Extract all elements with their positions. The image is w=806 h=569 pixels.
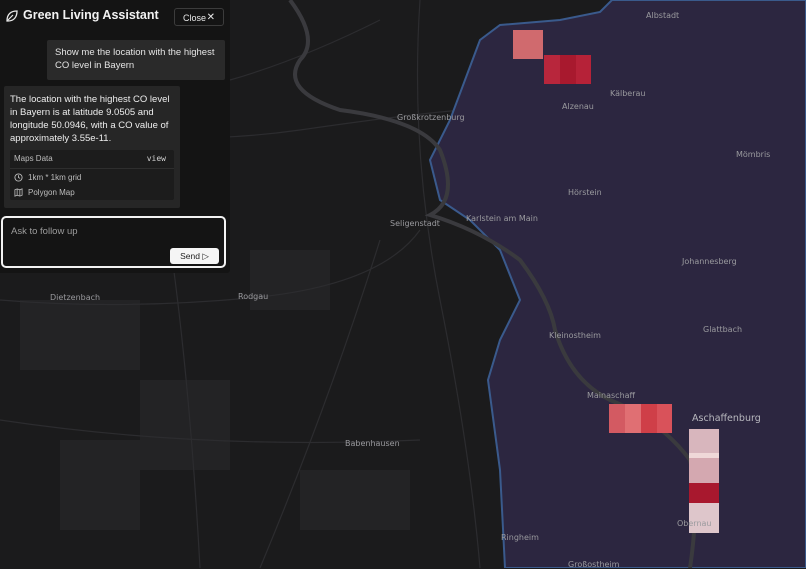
follow-up-input[interactable] xyxy=(11,226,211,237)
send-label: Send xyxy=(180,251,200,261)
place-label: Kälberau xyxy=(610,89,646,98)
place-label: Obernau xyxy=(677,519,712,528)
place-label: Mainaschaff xyxy=(587,391,636,400)
place-label: Alzenau xyxy=(562,102,594,111)
co-grid-cell[interactable] xyxy=(544,55,560,84)
close-button[interactable]: Close ✕ xyxy=(174,8,224,26)
place-label: Albstadt xyxy=(646,11,680,20)
view-button[interactable]: view xyxy=(147,154,166,163)
send-button[interactable]: Send ▷ xyxy=(170,248,219,264)
co-grid-cell[interactable] xyxy=(689,458,719,483)
co-grid-cell[interactable] xyxy=(641,404,657,433)
assistant-message-text: The location with the highest CO level i… xyxy=(10,94,170,144)
place-label: Großkrotzenburg xyxy=(397,113,465,122)
map-type-row: Polygon Map xyxy=(14,187,75,199)
leaf-icon xyxy=(6,10,18,22)
follow-up-box: Send ▷ xyxy=(1,216,226,268)
clock-icon xyxy=(14,173,23,182)
co-grid-cell[interactable] xyxy=(689,483,719,503)
assistant-message: The location with the highest CO level i… xyxy=(4,86,180,208)
grid-label: 1km * 1km grid xyxy=(28,173,82,182)
maps-data-card: Maps Data view 1km * 1km grid Polygon Ma… xyxy=(10,150,174,200)
co-grid-cell[interactable] xyxy=(657,404,672,433)
place-label: Glattbach xyxy=(703,325,743,334)
co-grid-cell[interactable] xyxy=(560,55,576,84)
co-grid-cell[interactable] xyxy=(576,55,591,84)
map-icon xyxy=(14,188,23,198)
maps-data-title: Maps Data xyxy=(14,154,53,163)
co-grid-cell[interactable] xyxy=(689,503,719,533)
place-label: Karlstein am Main xyxy=(466,214,538,223)
place-label: Ringheim xyxy=(501,533,539,542)
co-grid-cell[interactable] xyxy=(689,429,719,453)
place-label: Kleinostheim xyxy=(549,331,601,340)
co-grid-cell[interactable] xyxy=(609,404,625,433)
send-icon: ▷ xyxy=(202,251,209,261)
divider xyxy=(10,168,174,169)
place-label: Aschaffenburg xyxy=(692,413,761,424)
user-message: Show me the location with the highest CO… xyxy=(47,40,225,80)
place-label: Hörstein xyxy=(568,188,602,197)
chat-panel: Green Living Assistant Close ✕ Show me t… xyxy=(0,0,230,273)
map-type-label: Polygon Map xyxy=(28,188,75,197)
co-grid-cell[interactable] xyxy=(513,30,543,59)
close-icon: ✕ xyxy=(206,12,215,23)
app-title: Green Living Assistant xyxy=(23,8,159,22)
grid-row: 1km * 1km grid xyxy=(14,172,81,184)
place-label: Dietzenbach xyxy=(50,293,101,302)
place-label: Rodgau xyxy=(238,292,269,301)
co-grid-cell[interactable] xyxy=(625,404,641,433)
place-label: Seligenstadt xyxy=(390,219,440,228)
place-label: Babenhausen xyxy=(345,439,400,448)
close-label: Close xyxy=(183,13,207,23)
co-grid-cell[interactable] xyxy=(689,453,719,458)
place-label: Mömbris xyxy=(736,150,771,159)
place-label: Johannesberg xyxy=(682,257,737,266)
